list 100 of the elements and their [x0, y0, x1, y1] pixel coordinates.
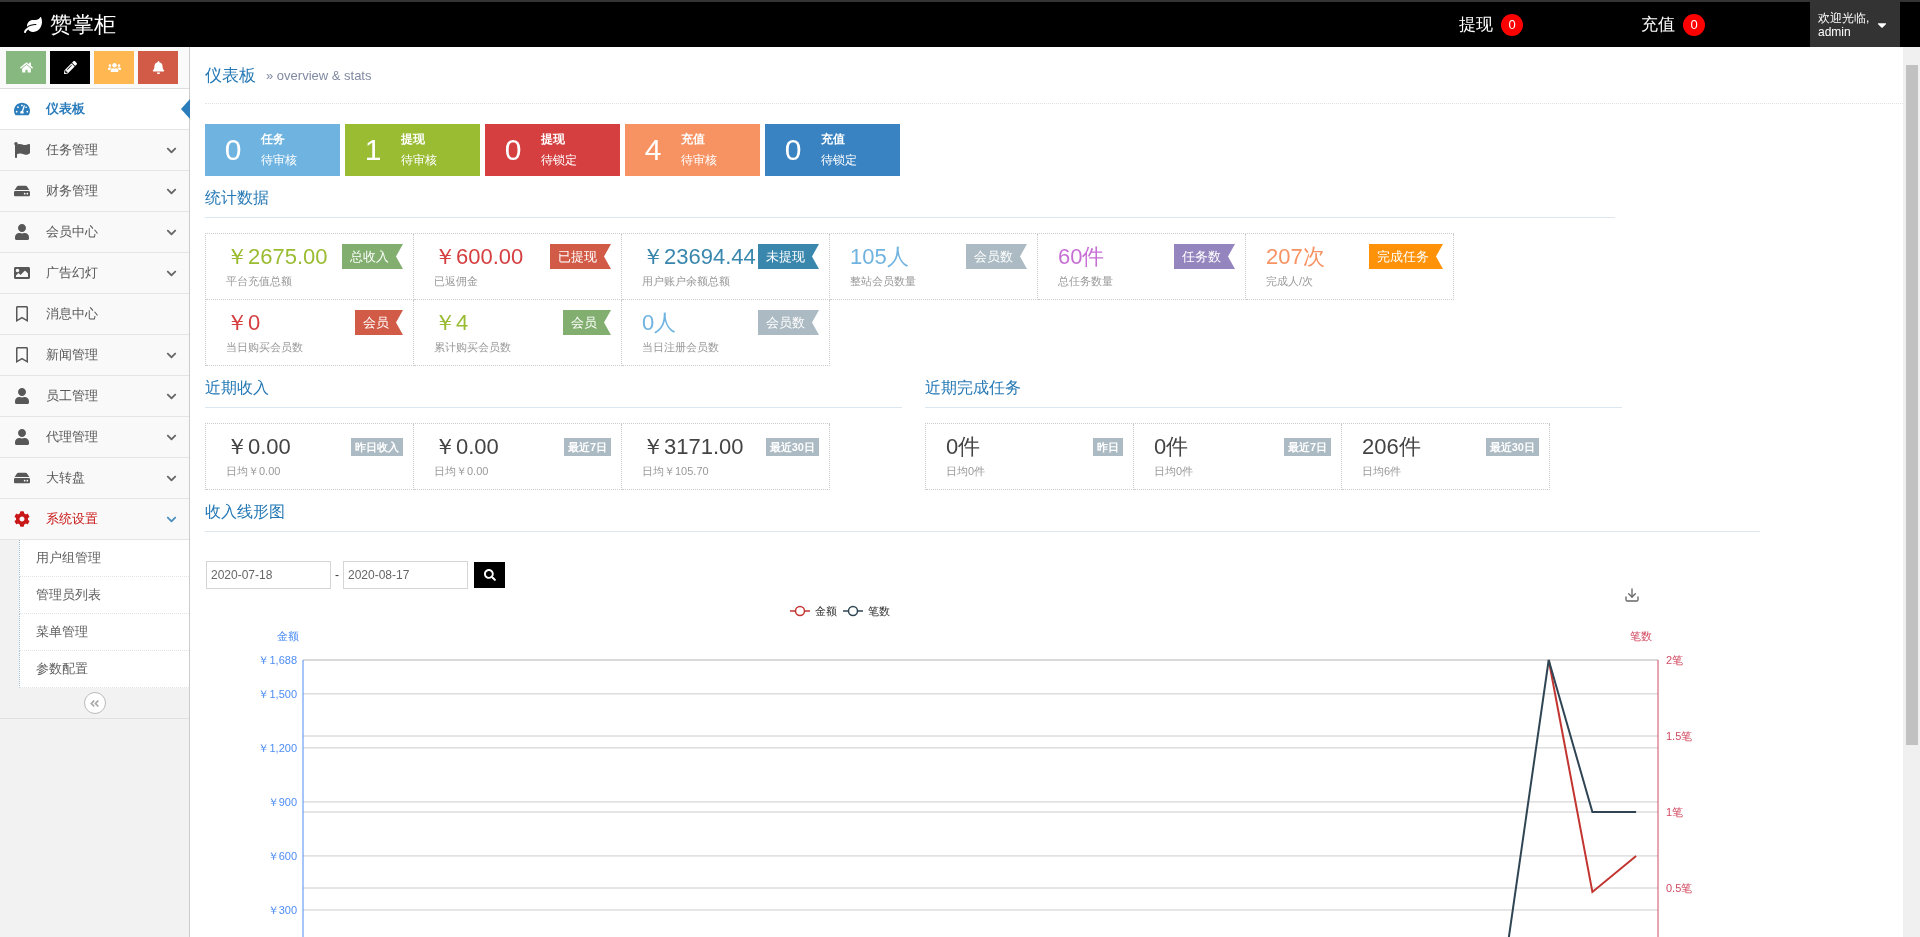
tile-number: 4 — [643, 133, 663, 167]
menu-item[interactable]: 系统设置 — [0, 499, 189, 540]
stat-caption: 日均￥0.00 — [434, 464, 490, 479]
download-icon[interactable] — [1624, 587, 1640, 603]
period-label: 最近7日 — [1283, 438, 1331, 456]
tile-title: 充值 — [681, 131, 706, 148]
stat-value: 105人 — [850, 243, 910, 271]
drive-icon — [14, 470, 30, 486]
submenu-item[interactable]: 菜单管理 — [19, 614, 189, 651]
menu-label: 新闻管理 — [46, 346, 98, 364]
scrollbar[interactable] — [1903, 47, 1920, 937]
stat-value: 206件 — [1362, 433, 1421, 461]
stat-caption: 整站会员数量 — [850, 274, 916, 289]
menu-item[interactable]: 仪表板 — [0, 89, 189, 130]
period-label: 昨日收入 — [351, 438, 403, 456]
stat-value: 0件 — [946, 433, 982, 461]
menu-label: 会员中心 — [46, 223, 98, 241]
pencil-icon — [63, 61, 77, 74]
stat-value: ￥0.00 — [226, 433, 291, 461]
shortcut-button[interactable] — [50, 51, 90, 84]
leaf-icon — [24, 15, 42, 34]
bookmark-icon — [14, 347, 30, 363]
period-label: 最近30日 — [765, 438, 819, 456]
settings-icon — [14, 511, 30, 527]
menu-label: 仪表板 — [46, 100, 85, 118]
date-field[interactable]: 2020-08-17 — [343, 561, 468, 589]
alert-link[interactable]: 充值 0 — [1641, 13, 1705, 36]
dashboard-icon — [14, 101, 30, 117]
menu-item[interactable]: 会员中心 — [0, 212, 189, 253]
tick-label: ￥300 — [267, 903, 297, 916]
menu-label: 广告幻灯 — [46, 264, 98, 282]
tick-label: ￥1,500 — [258, 687, 297, 700]
menu-item[interactable]: 消息中心 — [0, 294, 189, 335]
tick-label: 1.5笔 — [1666, 730, 1693, 742]
tick-label: 1笔 — [1666, 806, 1684, 818]
stat-caption: 日均￥105.70 — [642, 464, 710, 479]
stat-caption: 日均6件 — [1362, 464, 1403, 479]
section-title: 近期完成任务 — [925, 366, 1622, 408]
menu-item[interactable]: 员工管理 — [0, 376, 189, 417]
stat-caption: 总任务数量 — [1058, 274, 1113, 289]
legend-item[interactable]: 笔数 — [842, 605, 890, 617]
range-separator: - — [335, 568, 339, 582]
tile-subtitle: 待审核 — [401, 152, 437, 169]
stat-tag: 会员 — [563, 310, 611, 335]
legend-item[interactable]: 金额 — [789, 605, 837, 617]
stat-caption: 当日购买会员数 — [226, 340, 303, 355]
summary-tile[interactable]: 0 提现 待锁定 — [485, 124, 620, 176]
date-field[interactable]: 2020-07-18 — [206, 561, 331, 589]
period-label: 最近30日 — [1485, 438, 1539, 456]
stat-tag: 任务数 — [1174, 244, 1235, 269]
page-title: 仪表板 — [205, 64, 256, 87]
brand-name: 赞掌柜 — [50, 10, 116, 39]
stat-tag: 已提现 — [550, 244, 611, 269]
stat-caption: 用户账户余额总额 — [642, 274, 731, 289]
tick-label: ￥1,688 — [258, 654, 297, 666]
stat-value: 0件 — [1154, 433, 1190, 461]
stat-value: 0人 — [642, 309, 678, 337]
collapse-button[interactable] — [83, 692, 106, 714]
menu-item[interactable]: 广告幻灯 — [0, 253, 189, 294]
legend-label: 笔数 — [868, 605, 890, 617]
search-button[interactable] — [474, 562, 505, 588]
summary-tile[interactable]: 0 充值 待锁定 — [765, 124, 900, 176]
period-label: 最近7日 — [563, 438, 611, 456]
submenu-item[interactable]: 参数配置 — [19, 651, 189, 688]
stat-tag: 总收入 — [342, 244, 403, 269]
tile-number: 1 — [363, 133, 383, 167]
menu-label: 代理管理 — [46, 428, 98, 446]
count-badge: 0 — [1683, 13, 1705, 36]
tile-subtitle: 待锁定 — [821, 152, 857, 169]
stat-value: ￥0 — [226, 309, 262, 337]
tick-label: ￥600 — [267, 849, 297, 862]
menu-item[interactable]: 财务管理 — [0, 171, 189, 212]
alert-link[interactable]: 提现 0 — [1459, 13, 1523, 36]
page-subtitle: » overview & stats — [266, 67, 372, 83]
bookmark-icon — [14, 306, 30, 322]
menu-item[interactable]: 新闻管理 — [0, 335, 189, 376]
stat-caption: 日均0件 — [1154, 464, 1194, 479]
flag-icon — [14, 142, 30, 158]
menu-label: 消息中心 — [46, 305, 98, 323]
image-icon — [14, 265, 30, 281]
stat-caption: 日均0件 — [946, 464, 986, 479]
double-chevron-icon — [89, 697, 100, 709]
submenu-item[interactable]: 管理员列表 — [19, 577, 189, 614]
tick-label: ￥1,200 — [258, 741, 297, 754]
menu-label: 系统设置 — [46, 510, 98, 528]
stat-value: ￥23694.44 — [642, 243, 756, 271]
menu-item[interactable]: 代理管理 — [0, 417, 189, 458]
period-label: 昨日 — [1093, 438, 1123, 456]
menu-item[interactable]: 大转盘 — [0, 458, 189, 499]
tile-subtitle: 待审核 — [261, 152, 297, 169]
stat-value: 60件 — [1058, 243, 1106, 271]
submenu-item[interactable]: 用户组管理 — [19, 540, 189, 577]
stat-value: ￥4 — [434, 309, 470, 337]
menu-item[interactable]: 任务管理 — [0, 130, 189, 171]
users-icon — [107, 61, 121, 74]
count-badge: 0 — [1501, 13, 1523, 36]
tile-subtitle: 待锁定 — [541, 152, 577, 169]
user-menu[interactable]: 欢迎光临, admin — [1810, 2, 1900, 47]
stat-caption: 当日注册会员数 — [642, 340, 719, 355]
drive-icon — [14, 183, 30, 199]
